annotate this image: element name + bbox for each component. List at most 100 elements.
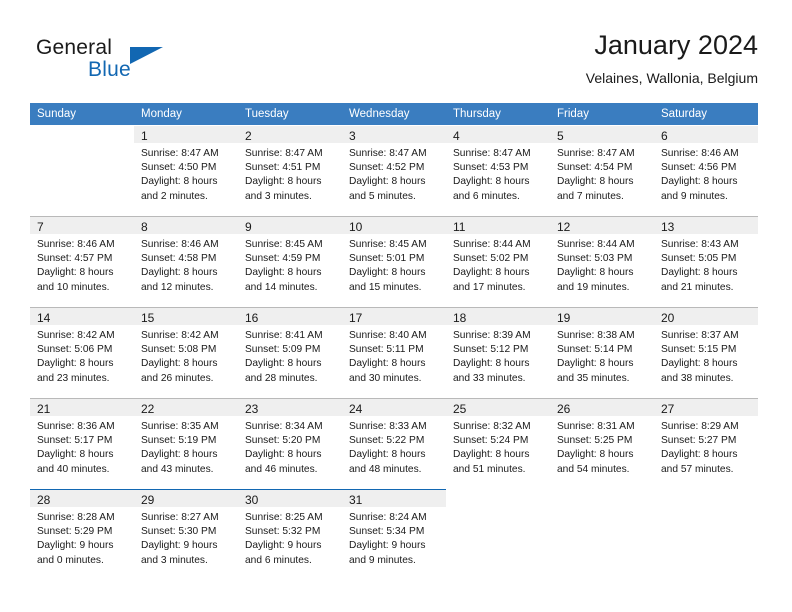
day-detail-line: Sunset: 4:52 PM xyxy=(349,162,425,174)
calendar-day-cell[interactable]: 15 Sunrise: 8:42 AM Sunset: 5:08 PM Dayligh… xyxy=(134,308,238,398)
calendar-day-cell[interactable]: 13 Sunrise: 8:43 AM Sunset: 5:05 PM Dayligh… xyxy=(654,217,758,307)
calendar-day-cell[interactable]: 30 Sunrise: 8:25 AM Sunset: 5:32 PM Dayligh… xyxy=(238,490,342,580)
day-number-band: 28 xyxy=(30,490,134,507)
calendar-grid: Sunday Monday Tuesday Wednesday Thursday… xyxy=(30,103,758,580)
day-detail-line: Sunrise: 8:42 AM xyxy=(141,330,219,341)
calendar-day-cell[interactable]: 23 Sunrise: 8:34 AM Sunset: 5:20 PM Dayligh… xyxy=(238,399,342,489)
day-cell-content: 2 Sunrise: 8:47 AM Sunset: 4:51 PM Daylight… xyxy=(238,126,342,216)
day-detail-line: Sunrise: 8:39 AM xyxy=(453,330,531,341)
day-detail-line: and 35 minutes. xyxy=(557,372,630,384)
day-number: 6 xyxy=(661,129,668,143)
calendar-page: General Blue January 2024 Velaines, Wall… xyxy=(0,0,792,612)
calendar-day-cell[interactable]: 3 Sunrise: 8:47 AM Sunset: 4:52 PM Daylight… xyxy=(342,126,446,216)
calendar-day-cell[interactable]: 24 Sunrise: 8:33 AM Sunset: 5:22 PM Dayligh… xyxy=(342,399,446,489)
day-detail-line: Sunset: 4:59 PM xyxy=(245,253,321,265)
day-detail-line: Daylight: 9 hours xyxy=(349,540,426,552)
calendar-day-cell[interactable]: 17 Sunrise: 8:40 AM Sunset: 5:11 PM Dayligh… xyxy=(342,308,446,398)
day-detail-line: Sunrise: 8:40 AM xyxy=(349,330,427,341)
day-number: 8 xyxy=(141,220,148,234)
day-detail-line: and 40 minutes. xyxy=(37,463,110,475)
day-detail-line: Sunset: 4:57 PM xyxy=(37,253,113,265)
calendar-day-cell[interactable]: 1 Sunrise: 8:47 AM Sunset: 4:50 PM Daylight… xyxy=(134,126,238,216)
calendar-day-cell[interactable]: 28 Sunrise: 8:28 AM Sunset: 5:29 PM Dayligh… xyxy=(30,490,134,580)
calendar-day-cell[interactable]: 31 Sunrise: 8:24 AM Sunset: 5:34 PM Dayligh… xyxy=(342,490,446,580)
day-detail-line: Sunset: 5:27 PM xyxy=(661,435,737,447)
calendar-day-cell[interactable]: 20 Sunrise: 8:37 AM Sunset: 5:15 PM Dayligh… xyxy=(654,308,758,398)
day-detail-line: Sunset: 5:22 PM xyxy=(349,435,425,447)
day-number-band: 2 xyxy=(238,126,342,143)
day-number-band: 18 xyxy=(446,308,550,325)
day-detail-line: Sunrise: 8:33 AM xyxy=(349,421,427,432)
day-cell-content: 26 Sunrise: 8:31 AM Sunset: 5:25 PM Dayligh… xyxy=(550,399,654,489)
calendar-day-cell[interactable]: 5 Sunrise: 8:47 AM Sunset: 4:54 PM Daylight… xyxy=(550,126,654,216)
calendar-day-cell[interactable]: 10 Sunrise: 8:45 AM Sunset: 5:01 PM Dayligh… xyxy=(342,217,446,307)
triangle-logo-icon xyxy=(130,47,163,64)
day-detail-line: and 15 minutes. xyxy=(349,281,422,293)
weekday-header-monday: Monday xyxy=(134,103,238,125)
calendar-day-cell[interactable]: 14 Sunrise: 8:42 AM Sunset: 5:06 PM Dayligh… xyxy=(30,308,134,398)
calendar-day-cell[interactable]: 19 Sunrise: 8:38 AM Sunset: 5:14 PM Dayligh… xyxy=(550,308,654,398)
day-cell-content: 20 Sunrise: 8:37 AM Sunset: 5:15 PM Dayligh… xyxy=(654,308,758,398)
day-details: Sunrise: 8:31 AM Sunset: 5:25 PM Daylight:… xyxy=(550,416,654,477)
day-detail-line: Sunset: 5:02 PM xyxy=(453,253,529,265)
day-detail-line: Sunset: 5:12 PM xyxy=(453,344,529,356)
day-number: 11 xyxy=(453,220,466,234)
calendar-day-cell[interactable]: 2 Sunrise: 8:47 AM Sunset: 4:51 PM Daylight… xyxy=(238,126,342,216)
calendar-day-cell[interactable]: 9 Sunrise: 8:45 AM Sunset: 4:59 PM Daylight… xyxy=(238,217,342,307)
calendar-day-cell[interactable]: 27 Sunrise: 8:29 AM Sunset: 5:27 PM Dayligh… xyxy=(654,399,758,489)
day-detail-line: and 7 minutes. xyxy=(557,190,624,202)
calendar-day-cell[interactable]: 18 Sunrise: 8:39 AM Sunset: 5:12 PM Dayligh… xyxy=(446,308,550,398)
calendar-day-cell[interactable]: 25 Sunrise: 8:32 AM Sunset: 5:24 PM Dayligh… xyxy=(446,399,550,489)
brand-logo[interactable]: General Blue xyxy=(36,36,256,90)
day-number: 14 xyxy=(37,311,51,325)
day-number-band: 8 xyxy=(134,217,238,234)
day-cell-content: 15 Sunrise: 8:42 AM Sunset: 5:08 PM Dayligh… xyxy=(134,308,238,398)
day-detail-line: Sunrise: 8:47 AM xyxy=(141,148,219,159)
day-number-band: 10 xyxy=(342,217,446,234)
weekday-header-saturday: Saturday xyxy=(654,103,758,125)
day-details: Sunrise: 8:47 AM Sunset: 4:53 PM Daylight:… xyxy=(446,143,550,204)
day-details: Sunrise: 8:44 AM Sunset: 5:02 PM Daylight:… xyxy=(446,234,550,295)
day-details: Sunrise: 8:36 AM Sunset: 5:17 PM Daylight:… xyxy=(30,416,134,477)
calendar-day-cell[interactable]: 11 Sunrise: 8:44 AM Sunset: 5:02 PM Dayligh… xyxy=(446,217,550,307)
day-details: Sunrise: 8:40 AM Sunset: 5:11 PM Daylight:… xyxy=(342,325,446,386)
calendar-day-cell[interactable]: 4 Sunrise: 8:47 AM Sunset: 4:53 PM Daylight… xyxy=(446,126,550,216)
calendar-day-cell[interactable]: 26 Sunrise: 8:31 AM Sunset: 5:25 PM Dayligh… xyxy=(550,399,654,489)
day-detail-line: Daylight: 8 hours xyxy=(141,267,218,279)
calendar-day-cell[interactable]: 16 Sunrise: 8:41 AM Sunset: 5:09 PM Dayligh… xyxy=(238,308,342,398)
day-detail-line: and 9 minutes. xyxy=(661,190,728,202)
day-detail-line: Sunset: 5:19 PM xyxy=(141,435,217,447)
calendar-day-cell[interactable]: 21 Sunrise: 8:36 AM Sunset: 5:17 PM Dayligh… xyxy=(30,399,134,489)
day-number-band: 19 xyxy=(550,308,654,325)
calendar-day-cell[interactable]: 8 Sunrise: 8:46 AM Sunset: 4:58 PM Daylight… xyxy=(134,217,238,307)
day-detail-line: and 12 minutes. xyxy=(141,281,214,293)
calendar-day-cell[interactable]: 6 Sunrise: 8:46 AM Sunset: 4:56 PM Daylight… xyxy=(654,126,758,216)
calendar-day-cell[interactable]: 29 Sunrise: 8:27 AM Sunset: 5:30 PM Dayligh… xyxy=(134,490,238,580)
day-details xyxy=(550,507,654,511)
day-number-band: 26 xyxy=(550,399,654,416)
day-number: 20 xyxy=(661,311,675,325)
day-detail-line: Sunset: 4:54 PM xyxy=(557,162,633,174)
day-detail-line: and 6 minutes. xyxy=(453,190,520,202)
day-detail-line: Sunrise: 8:44 AM xyxy=(557,239,635,250)
day-number-band: 7 xyxy=(30,217,134,234)
day-detail-line: Daylight: 8 hours xyxy=(37,449,114,461)
day-detail-line: Daylight: 8 hours xyxy=(245,176,322,188)
day-detail-line: Daylight: 8 hours xyxy=(661,449,738,461)
day-details xyxy=(654,507,758,511)
day-detail-line: Sunset: 5:14 PM xyxy=(557,344,633,356)
day-detail-line: Daylight: 8 hours xyxy=(141,449,218,461)
calendar-day-cell[interactable]: 12 Sunrise: 8:44 AM Sunset: 5:03 PM Dayligh… xyxy=(550,217,654,307)
calendar-week-row: 14 Sunrise: 8:42 AM Sunset: 5:06 PM Dayligh… xyxy=(30,308,758,398)
day-number: 15 xyxy=(141,311,155,325)
calendar-week-row: 7 Sunrise: 8:46 AM Sunset: 4:57 PM Daylight… xyxy=(30,217,758,307)
day-detail-line: Sunset: 4:50 PM xyxy=(141,162,217,174)
day-cell-content: 9 Sunrise: 8:45 AM Sunset: 4:59 PM Daylight… xyxy=(238,217,342,307)
calendar-day-cell[interactable]: 7 Sunrise: 8:46 AM Sunset: 4:57 PM Daylight… xyxy=(30,217,134,307)
day-detail-line: and 5 minutes. xyxy=(349,190,416,202)
day-details: Sunrise: 8:43 AM Sunset: 5:05 PM Daylight:… xyxy=(654,234,758,295)
calendar-day-cell[interactable]: 22 Sunrise: 8:35 AM Sunset: 5:19 PM Dayligh… xyxy=(134,399,238,489)
day-detail-line: Sunset: 5:17 PM xyxy=(37,435,113,447)
day-detail-line: Sunrise: 8:25 AM xyxy=(245,512,323,523)
day-cell-content: 8 Sunrise: 8:46 AM Sunset: 4:58 PM Daylight… xyxy=(134,217,238,307)
